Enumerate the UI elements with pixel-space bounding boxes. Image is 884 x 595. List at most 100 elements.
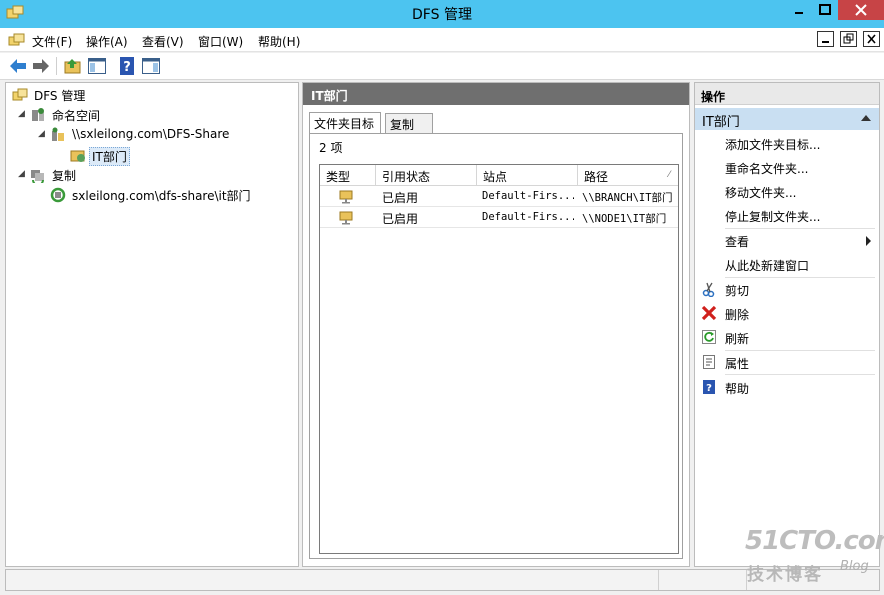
actions-header: 操作 <box>695 83 879 105</box>
action-separator <box>725 350 875 351</box>
tree-node-replication-group[interactable]: sxleilong.com\dfs-share\it部门 <box>10 186 290 204</box>
tree-node-namespace-path[interactable]: ◢ \\sxleilong.com\DFS-Share <box>10 126 290 144</box>
action-delete[interactable]: 删除 <box>725 306 749 323</box>
close-button[interactable] <box>838 0 884 20</box>
console-tree: DFS 管理 ◢ 命名空间 ◢ \\sxleilong.com\DFS-Shar… <box>5 82 299 567</box>
column-path[interactable]: 路径 ⁄ <box>578 165 678 186</box>
refresh-icon <box>702 330 716 344</box>
action-refresh[interactable]: 刷新 <box>725 330 749 347</box>
actions-group-it[interactable]: IT部门 <box>695 108 879 130</box>
replication-group-icon <box>50 187 66 203</box>
action-rename-folder[interactable]: 重命名文件夹... <box>725 160 808 177</box>
submenu-arrow-icon <box>866 236 871 246</box>
action-view[interactable]: 查看 <box>725 233 749 250</box>
column-type[interactable]: 类型 <box>320 165 376 186</box>
mmc-icon[interactable] <box>8 32 26 48</box>
list-row[interactable]: 已启用 Default-Firs... \\NODE1\IT部门 <box>320 207 678 228</box>
mdi-minimize-button[interactable] <box>817 31 835 47</box>
maximize-button[interactable] <box>812 0 838 20</box>
up-folder-icon <box>64 59 81 74</box>
dfs-management-icon <box>12 88 28 101</box>
list-header: 类型 引用状态 站点 路径 ⁄ <box>320 165 678 186</box>
delete-x-icon <box>701 305 717 321</box>
tree-node-namespaces[interactable]: ◢ 命名空间 <box>10 106 290 124</box>
action-new-window[interactable]: 从此处新建窗口 <box>725 257 809 274</box>
toolbar-separator <box>56 57 57 75</box>
status-segment <box>658 570 659 590</box>
tree-node-replication[interactable]: ◢ 复制 <box>10 166 290 184</box>
tree-label-replication-group: sxleilong.com\dfs-share\it部门 <box>72 189 251 203</box>
menu-view[interactable]: 查看(V) <box>142 33 184 50</box>
namespace-server-icon <box>52 127 64 141</box>
window-title: DFS 管理 <box>412 7 472 23</box>
mdi-restore-button[interactable] <box>840 31 858 47</box>
title-bar: DFS 管理 <box>0 0 884 28</box>
cell-path: \\BRANCH\IT部门 <box>582 192 673 204</box>
namespace-icon <box>32 108 44 121</box>
show-hide-action-pane-button[interactable] <box>141 56 161 76</box>
cell-status: 已启用 <box>382 191 419 205</box>
folder-target-icon <box>70 150 85 162</box>
up-level-button[interactable] <box>63 56 83 76</box>
expanded-arrow-icon[interactable]: ◢ <box>38 129 45 139</box>
folder-target-list: 类型 引用状态 站点 路径 ⁄ 已启用 Default-Firs... \\BR… <box>319 164 679 554</box>
watermark-blog: Blog <box>840 559 869 574</box>
action-add-folder-target[interactable]: 添加文件夹目标... <box>725 136 820 153</box>
tree-label-it-folder: IT部门 <box>89 147 130 166</box>
action-help[interactable]: 帮助 <box>725 380 749 397</box>
result-pane: IT部门 文件夹目标 复制 2 项 类型 引用状态 站点 路径 ⁄ 已启用 De… <box>302 82 690 567</box>
watermark-logo: 51CTO.com <box>745 526 884 556</box>
folder-targets-panel: 2 项 类型 引用状态 站点 路径 ⁄ 已启用 Default-Firs... … <box>309 133 683 559</box>
svg-text:?: ? <box>123 60 131 75</box>
actions-group-label: IT部门 <box>702 115 740 130</box>
mdi-controls <box>815 31 880 47</box>
folder-target-icon <box>339 211 353 225</box>
action-separator <box>725 228 875 229</box>
tree-node-dfs-root[interactable]: DFS 管理 <box>10 86 290 104</box>
column-site[interactable]: 站点 <box>477 165 578 186</box>
replication-icon <box>31 170 44 183</box>
help-button[interactable]: ? <box>117 56 137 76</box>
show-hide-tree-button[interactable] <box>87 56 107 76</box>
properties-icon <box>703 355 715 369</box>
tab-folder-targets[interactable]: 文件夹目标 <box>309 112 381 133</box>
expanded-arrow-icon[interactable]: ◢ <box>18 109 25 119</box>
watermark-subtitle: 技术博客 <box>747 565 823 585</box>
menu-action[interactable]: 操作(A) <box>86 33 128 50</box>
tree-node-it-folder[interactable]: IT部门 <box>10 146 290 166</box>
minimize-button[interactable] <box>786 0 812 20</box>
svg-text:?: ? <box>706 383 712 394</box>
tree-label-replication: 复制 <box>52 169 77 183</box>
menu-file[interactable]: 文件(F) <box>32 33 72 50</box>
menu-help[interactable]: 帮助(H) <box>258 33 300 50</box>
cell-site: Default-Firs... <box>482 211 574 223</box>
mdi-close-button[interactable] <box>863 31 880 47</box>
list-row[interactable]: 已启用 Default-Firs... \\BRANCH\IT部门 <box>320 186 678 207</box>
tab-replication[interactable]: 复制 <box>385 113 433 133</box>
show-hide-action-pane-icon <box>142 58 160 74</box>
result-pane-header: IT部门 <box>303 83 689 105</box>
back-arrow-icon <box>10 59 26 73</box>
scissors-icon <box>702 282 715 297</box>
action-stop-replicating[interactable]: 停止复制文件夹... <box>725 208 820 225</box>
actions-pane: 操作 IT部门 添加文件夹目标... 重命名文件夹... 移动文件夹... 停止… <box>694 82 880 567</box>
collapse-caret-icon[interactable] <box>861 115 871 121</box>
cell-site: Default-Firs... <box>482 190 574 202</box>
action-properties[interactable]: 属性 <box>725 355 749 372</box>
forward-button[interactable] <box>31 56 51 76</box>
back-button[interactable] <box>8 56 28 76</box>
maximize-icon <box>819 4 831 15</box>
tree-label-dfs-root: DFS 管理 <box>34 89 86 103</box>
column-referral-status[interactable]: 引用状态 <box>376 165 477 186</box>
close-icon <box>855 4 867 16</box>
help-icon: ? <box>120 57 134 75</box>
action-move-folder[interactable]: 移动文件夹... <box>725 184 796 201</box>
action-separator <box>725 374 875 375</box>
menu-window[interactable]: 窗口(W) <box>198 33 243 50</box>
action-cut[interactable]: 剪切 <box>725 282 749 299</box>
tree-label-namespaces: 命名空间 <box>52 109 101 123</box>
menu-bar: 文件(F) 操作(A) 查看(V) 窗口(W) 帮助(H) <box>0 28 884 52</box>
column-path-label: 路径 <box>584 170 609 184</box>
action-separator <box>725 277 875 278</box>
expanded-arrow-icon[interactable]: ◢ <box>18 169 25 179</box>
